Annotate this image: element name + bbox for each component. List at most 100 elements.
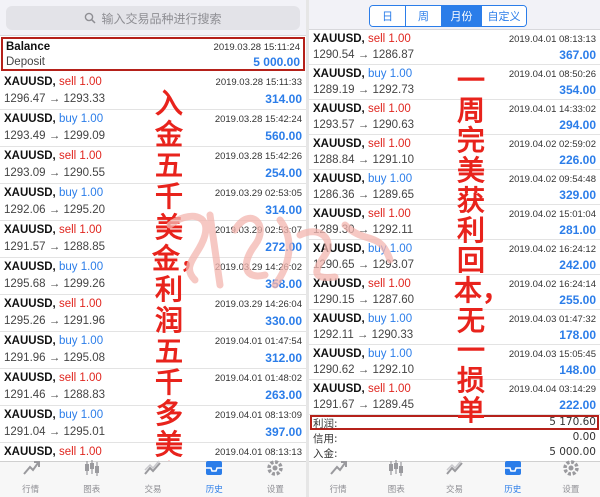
trade-icon <box>143 459 163 482</box>
tab-label: 设置 <box>266 485 284 495</box>
deal-side: sell 1.00 <box>58 76 102 88</box>
deal-symbol: XAUUSD, sell 1.00 <box>313 208 411 220</box>
deal-symbol: XAUUSD, sell 1.00 <box>4 298 102 310</box>
deal-profit: 272.00 <box>265 239 302 254</box>
period-tab[interactable]: 自定义 <box>482 6 526 26</box>
deal-side: sell 1.00 <box>367 138 411 150</box>
deal-symbol: XAUUSD, buy 1.00 <box>313 243 413 255</box>
tab-trade[interactable]: 交易 <box>425 459 483 497</box>
deal-symbol: XAUUSD, sell 1.00 <box>313 103 411 115</box>
tab-trade[interactable]: 交易 <box>122 459 183 497</box>
tab-label: 历史 <box>504 485 522 495</box>
deal-prices: 1290.15 → 1287.60 <box>313 293 415 306</box>
deal-symbol: XAUUSD, sell 1.00 <box>4 224 102 236</box>
balance-amount: 5 000.00 <box>253 55 300 69</box>
deal-profit: 263.00 <box>265 387 302 402</box>
balance-row[interactable]: Balance Deposit 2019.03.28 15:11:24 5 00… <box>1 37 305 71</box>
search-placeholder: 输入交易品种进行搜索 <box>101 11 222 26</box>
deal-time: 2019.04.01 08:50:26 <box>508 69 596 80</box>
history-icon <box>204 459 224 482</box>
deal-prices: 1286.36 → 1289.65 <box>313 188 415 201</box>
right-overlay-caption: 一周完美获利回本，无一损单 <box>454 64 511 427</box>
deal-side: sell 1.00 <box>367 103 411 115</box>
deal-symbol: XAUUSD, sell 1.00 <box>313 138 411 150</box>
period-segmented-control: 日周月份 自定义 <box>369 5 527 27</box>
left-overlay-caption: 入金五千美金，利润五千多美金 <box>152 87 209 491</box>
deal-time: 2019.03.29 14:26:02 <box>214 262 302 273</box>
deal-time: 2019.03.28 15:42:24 <box>214 114 302 125</box>
credit-label: 信用: <box>313 433 338 445</box>
tab-history[interactable]: 历史 <box>184 459 245 497</box>
deal-profit: 560.00 <box>265 128 302 143</box>
deal-symbol: XAUUSD, buy 1.00 <box>4 335 104 347</box>
tab-gear[interactable]: 设置 <box>245 459 306 497</box>
deal-side: sell 1.00 <box>367 33 411 45</box>
tab-chart-candles[interactable]: 图表 <box>367 460 425 497</box>
deal-time: 2019.04.01 08:13:13 <box>214 447 302 458</box>
profit-value: 5 170.60 <box>549 416 596 428</box>
deal-side: buy 1.00 <box>367 313 413 325</box>
deal-time: 2019.04.01 14:33:02 <box>508 104 596 115</box>
deal-symbol: XAUUSD, buy 1.00 <box>313 173 413 185</box>
deal-time: 2019.03.28 15:11:33 <box>215 77 302 88</box>
deal-side: sell 1.00 <box>58 446 102 458</box>
deal-symbol: XAUUSD, buy 1.00 <box>313 68 413 80</box>
tab-gear[interactable]: 设置 <box>542 459 600 497</box>
deal-side: sell 1.00 <box>367 208 411 220</box>
gear-icon <box>561 459 581 482</box>
deal-prices: 1293.09 → 1290.55 <box>4 166 106 179</box>
deal-symbol: XAUUSD, buy 1.00 <box>313 348 413 360</box>
trade-icon <box>445 459 465 482</box>
period-tab[interactable]: 周 <box>406 6 442 26</box>
right-history-screen: 日周月份 自定义 XAUUSD, sell 1.00 1290.54 → 1286.… <box>309 0 600 497</box>
period-tab[interactable]: 月份 <box>442 6 482 26</box>
deal-time: 2019.03.29 02:53:05 <box>214 188 302 199</box>
deal-profit: 255.00 <box>559 292 596 307</box>
deal-side: buy 1.00 <box>58 409 104 421</box>
deal-prices: 1296.47 → 1293.33 <box>4 92 106 105</box>
tab-quotes[interactable]: 行情 <box>0 459 61 497</box>
tab-chart-candles[interactable]: 图表 <box>61 460 122 497</box>
deal-time: 2019.04.01 01:47:54 <box>214 336 302 347</box>
deposit-value: 5 000.00 <box>549 446 596 458</box>
period-tab[interactable]: 日 <box>370 6 406 26</box>
deal-symbol: XAUUSD, buy 1.00 <box>4 261 104 273</box>
deal-prices: 1295.68 → 1299.26 <box>4 277 106 290</box>
screenshot-composite: 输入交易品种进行搜索 Balance Deposit 2019.03.28 15… <box>0 0 600 497</box>
deal-side: buy 1.00 <box>367 68 413 80</box>
deal-side: sell 1.00 <box>367 278 411 290</box>
deal-time: 2019.04.04 03:14:29 <box>508 384 596 395</box>
quotes-icon <box>328 459 348 482</box>
deal-time: 2019.04.01 08:13:13 <box>508 34 596 45</box>
tab-history[interactable]: 历史 <box>484 459 542 497</box>
balance-subtitle: Deposit <box>6 56 45 68</box>
deal-row[interactable]: XAUUSD, sell 1.00 1290.54 → 1286.87 2019.0… <box>309 30 600 65</box>
deal-symbol: XAUUSD, buy 1.00 <box>4 113 104 125</box>
deal-time: 2019.04.02 02:59:02 <box>508 139 596 150</box>
search-bar-area: 输入交易品种进行搜索 <box>0 0 306 36</box>
deal-side: buy 1.00 <box>367 243 413 255</box>
history-icon <box>503 459 523 482</box>
deal-profit: 242.00 <box>559 257 596 272</box>
deal-profit: 312.00 <box>265 350 302 365</box>
deal-prices: 1292.11 → 1290.33 <box>313 328 414 341</box>
deal-symbol: XAUUSD, buy 1.00 <box>4 187 104 199</box>
gear-icon <box>265 459 285 482</box>
quotes-icon <box>21 459 41 482</box>
deal-profit: 178.00 <box>559 327 596 342</box>
deal-profit: 354.00 <box>559 82 596 97</box>
deal-prices: 1292.06 → 1295.20 <box>4 203 106 216</box>
left-tab-bar: 行情 图表 交易 历史 设置 <box>0 459 306 497</box>
deal-time: 2019.04.02 09:54:48 <box>508 174 596 185</box>
tab-label: 交易 <box>446 485 464 495</box>
profit-label: 利润: <box>313 418 338 430</box>
search-input[interactable]: 输入交易品种进行搜索 <box>6 6 300 30</box>
deal-side: buy 1.00 <box>58 187 104 199</box>
tab-label: 行情 <box>329 485 347 495</box>
tab-quotes[interactable]: 行情 <box>309 459 367 497</box>
deal-profit: 314.00 <box>265 202 302 217</box>
deal-time: 2019.04.02 15:01:04 <box>508 209 596 220</box>
deal-prices: 1288.84 → 1291.10 <box>313 153 415 166</box>
deal-symbol: XAUUSD, buy 1.00 <box>313 313 413 325</box>
tab-label: 设置 <box>562 485 580 495</box>
